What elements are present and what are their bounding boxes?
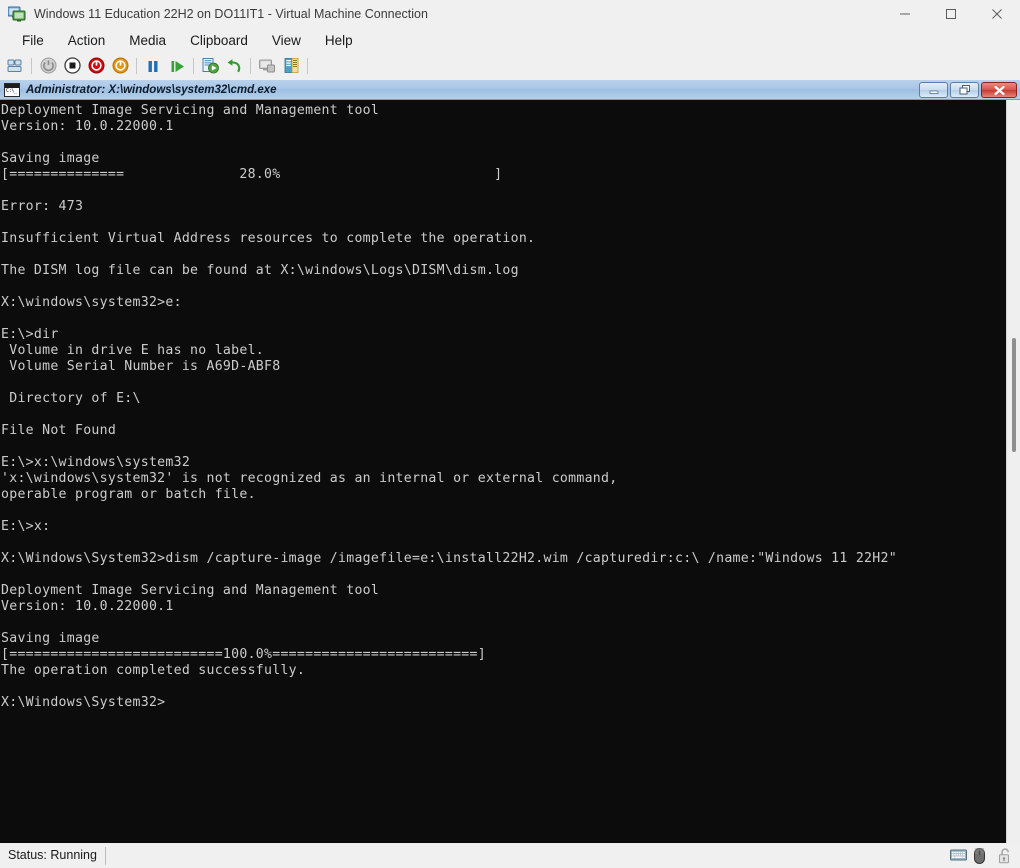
console-restore-button[interactable]	[950, 82, 979, 98]
console-window: C:\_ Administrator: X:\windows\system32\…	[0, 80, 1020, 843]
menubar: File Action Media Clipboard View Help	[0, 28, 1020, 53]
console-scrollbar-thumb[interactable]	[1012, 338, 1016, 452]
vmconnect-window: Windows 11 Education 22H2 on DO11IT1 - V…	[0, 0, 1020, 868]
pause-icon[interactable]	[141, 55, 165, 77]
console-minimize-button[interactable]	[919, 82, 948, 98]
console-titlebar[interactable]: C:\_ Administrator: X:\windows\system32\…	[0, 80, 1020, 100]
console-text: Deployment Image Servicing and Managemen…	[1, 103, 897, 710]
mouse-icon	[974, 845, 990, 864]
resume-icon[interactable]	[165, 55, 189, 77]
console-output-area[interactable]: Deployment Image Servicing and Managemen…	[0, 100, 1006, 843]
console-close-button[interactable]	[981, 82, 1017, 98]
turn-off-icon[interactable]	[60, 55, 84, 77]
vm-titlebar: Windows 11 Education 22H2 on DO11IT1 - V…	[0, 0, 1020, 28]
toolbar-separator	[250, 57, 251, 74]
menu-item-media[interactable]: Media	[117, 29, 178, 53]
cmd-icon: C:\_	[4, 82, 20, 97]
close-button[interactable]	[974, 0, 1020, 28]
ip-address-icon[interactable]	[279, 55, 303, 77]
toolbar	[0, 53, 1020, 78]
minimize-button[interactable]	[882, 0, 928, 28]
virtual-machine-icon	[7, 6, 26, 22]
menu-item-clipboard[interactable]: Clipboard	[178, 29, 260, 53]
status-icon-group	[950, 843, 1014, 868]
toolbar-separator	[193, 57, 194, 74]
toolbar-separator	[136, 57, 137, 74]
menu-item-view[interactable]: View	[260, 29, 313, 53]
toolbar-separator	[31, 57, 32, 74]
start-icon[interactable]	[36, 55, 60, 77]
ctrl-alt-delete-icon[interactable]	[3, 55, 27, 77]
status-text: Status: Running	[8, 848, 97, 862]
enhanced-session-icon[interactable]	[255, 55, 279, 77]
status-divider	[104, 846, 106, 865]
statusbar: Status: Running	[0, 843, 1020, 868]
unlocked-padlock-icon	[998, 847, 1014, 864]
menu-item-action[interactable]: Action	[56, 29, 118, 53]
toolbar-separator	[307, 57, 308, 74]
console-window-controls	[919, 82, 1017, 98]
console-scrollbar[interactable]	[1006, 100, 1020, 843]
maximize-button[interactable]	[928, 0, 974, 28]
menu-item-file[interactable]: File	[10, 29, 56, 53]
vm-window-controls	[882, 0, 1020, 28]
save-state-icon[interactable]	[108, 55, 132, 77]
vm-title-label: Windows 11 Education 22H2 on DO11IT1 - V…	[34, 7, 428, 21]
keyboard-icon	[950, 848, 967, 864]
shut-down-icon[interactable]	[84, 55, 108, 77]
menu-item-help[interactable]: Help	[313, 29, 365, 53]
revert-icon[interactable]	[222, 55, 246, 77]
console-title-label: Administrator: X:\windows\system32\cmd.e…	[26, 83, 277, 96]
checkpoint-icon[interactable]	[198, 55, 222, 77]
